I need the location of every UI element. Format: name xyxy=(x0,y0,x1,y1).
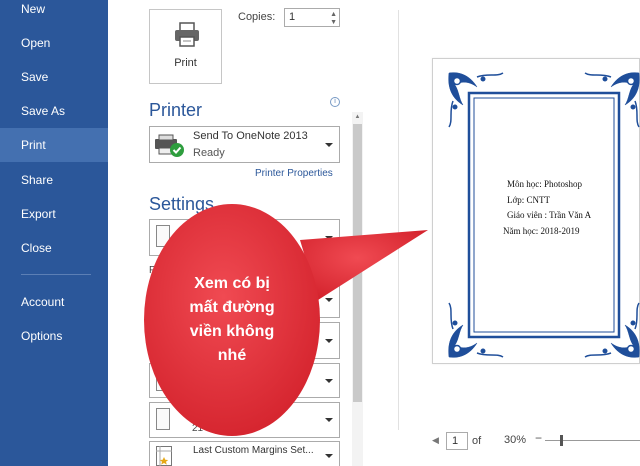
callout-line: Xem có bị xyxy=(194,275,270,292)
callout-line: mất đường xyxy=(189,299,275,316)
callout-bubble xyxy=(144,204,428,436)
callout-line: viền không xyxy=(189,323,275,340)
callout-line: nhé xyxy=(217,347,247,364)
callout-text: Xem có bị mất đường viền không nhé xyxy=(150,272,314,368)
